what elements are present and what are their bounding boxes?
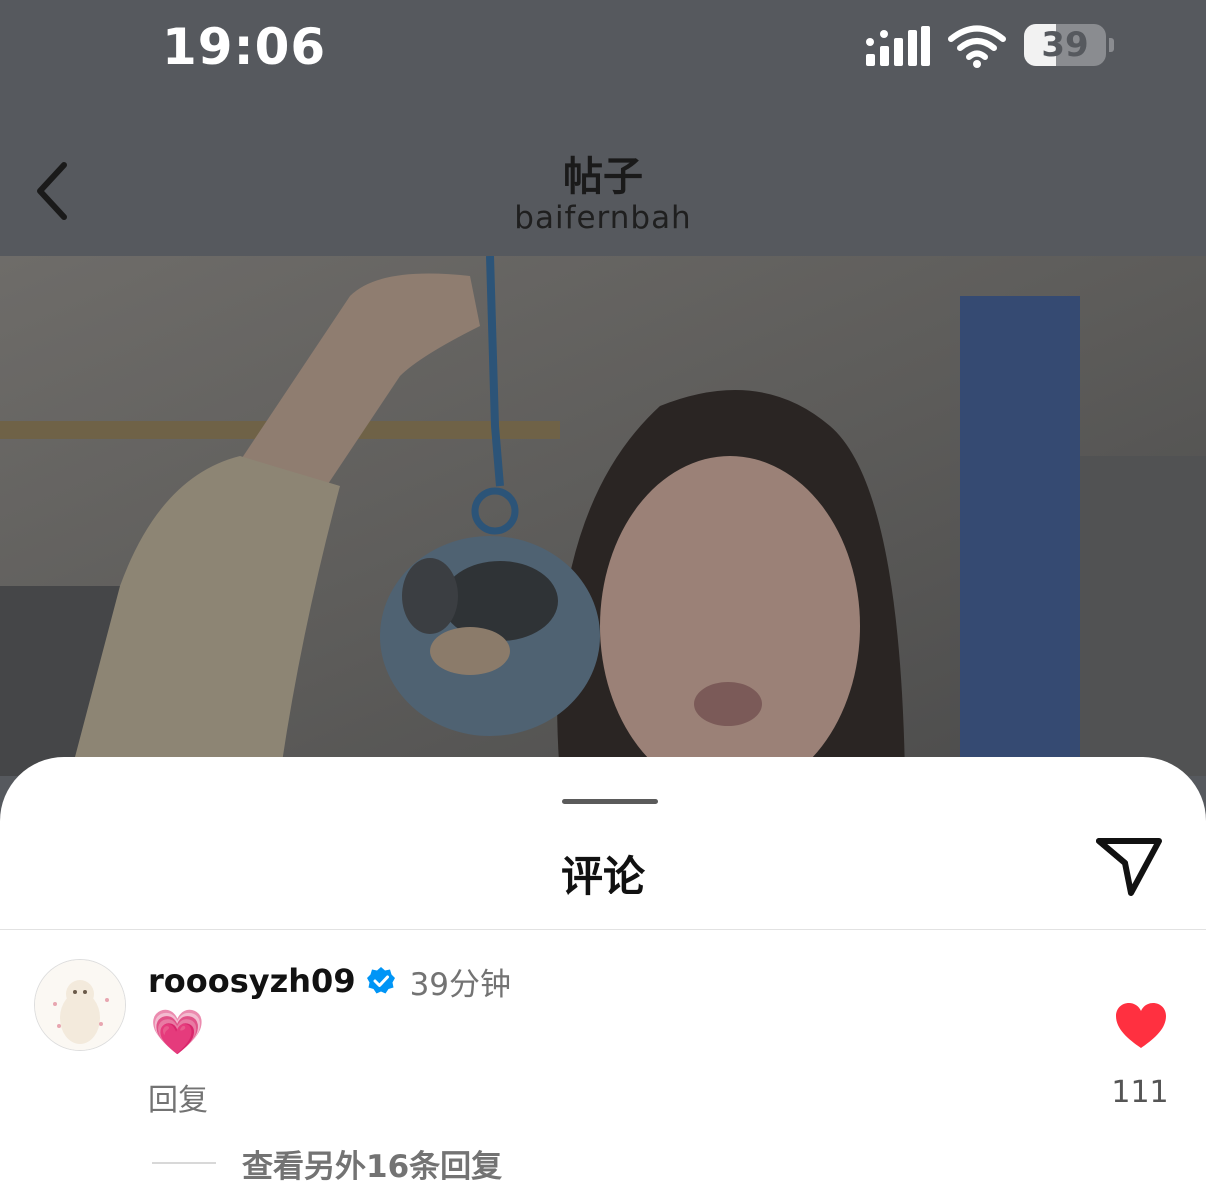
comment-item: rooosyzh09 39分钟 💗 回复 111 查看另外16条回复: [0, 947, 1206, 1197]
view-replies-label: 查看另外16条回复: [242, 1148, 503, 1185]
avatar[interactable]: [34, 959, 126, 1051]
replies-line: [152, 1162, 216, 1164]
comment-time: 39分钟: [409, 966, 512, 1003]
like-button[interactable]: [1114, 1001, 1168, 1051]
reply-button[interactable]: 回复: [148, 1075, 208, 1119]
avatar-image: [35, 960, 125, 1050]
post-photo: [0, 256, 1206, 776]
page-title: 帖子: [563, 154, 643, 200]
comments-title: 评论: [560, 852, 645, 901]
comment-header: rooosyzh09 39分钟: [148, 961, 512, 1003]
post-header: 帖子 baifernbah: [0, 100, 1206, 256]
battery-body: 39: [1024, 24, 1106, 66]
battery-tip: [1109, 38, 1114, 52]
view-replies-button[interactable]: 查看另外16条回复: [152, 1143, 503, 1185]
wifi-icon: [948, 25, 1006, 68]
cellular-signal-icon: [866, 26, 930, 66]
battery-level: 39: [1041, 25, 1089, 65]
sheet-divider: [0, 929, 1206, 930]
share-button[interactable]: [1094, 835, 1164, 899]
like-count: 111: [1111, 1075, 1169, 1110]
comments-sheet: 评论 rooosyzh09 39分钟 💗 回复 111 查看另外16条回复: [0, 757, 1206, 1199]
verified-badge-icon: [366, 967, 395, 994]
heart-icon: [1116, 1003, 1166, 1048]
status-bar: 19:06 39: [0, 0, 1206, 100]
battery-indicator: 39: [1024, 24, 1114, 68]
drag-handle[interactable]: [562, 799, 658, 804]
send-icon: [1096, 838, 1162, 896]
comment-text: 💗: [150, 1007, 205, 1058]
post-image[interactable]: [0, 256, 1206, 776]
status-time: 19:06: [162, 18, 327, 76]
post-author[interactable]: baifernbah: [0, 200, 1206, 236]
comment-username[interactable]: rooosyzh09: [148, 962, 356, 1000]
